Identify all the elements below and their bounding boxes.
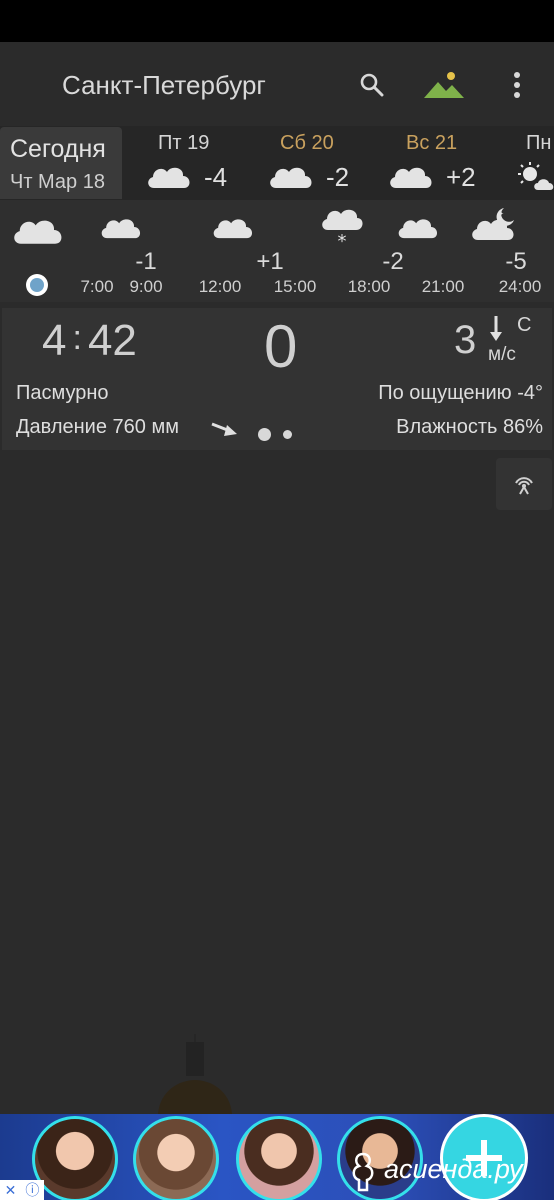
close-icon[interactable]: ✕: [5, 1182, 17, 1199]
page-indicator[interactable]: [258, 426, 304, 444]
ad-avatar-3: [236, 1116, 322, 1200]
hour-time: 15:00: [273, 277, 317, 296]
page-dot-active: [258, 428, 271, 442]
ad-avatar-2: [133, 1116, 219, 1200]
time-minutes: 42: [87, 316, 137, 365]
hour-time: 7:00: [80, 277, 114, 296]
day-name: Пт 19: [158, 132, 210, 154]
wind-unit: м/с: [488, 344, 516, 365]
day-name: Сб 20: [280, 132, 334, 154]
time-hours: 4: [42, 316, 67, 365]
status-bar: [0, 0, 554, 42]
sun-cloud-icon: [518, 162, 554, 190]
hour-time: 18:00: [347, 277, 391, 296]
cloud-icon: [148, 167, 190, 188]
hour-time: 12:00: [198, 277, 242, 296]
radar-icon: [515, 477, 533, 495]
hour-temp: +1: [256, 248, 284, 275]
day-today[interactable]: Сегодня Чт Мар 18: [0, 127, 122, 199]
cloud-icon: [14, 220, 62, 244]
day-sun[interactable]: Вс 21 +2: [386, 126, 506, 200]
today-label: Сегодня: [10, 135, 106, 163]
hour-temp: -5: [505, 248, 527, 275]
day-fri[interactable]: Пт 19 -4: [146, 126, 266, 200]
night-cloud-icon: ✦: [472, 208, 514, 240]
day-temp: -4: [204, 162, 228, 192]
day-name: Вс 21: [406, 132, 458, 154]
snow-cloud-icon: *: [322, 209, 363, 248]
hourly-forecast[interactable]: * ✦ -1 +1 -2 -5 7:00 9:00 12:00 15:00 18…: [0, 200, 554, 302]
humidity-text: Влажность 86%: [396, 416, 543, 438]
hour-temp: -1: [135, 248, 157, 275]
svg-text:*: *: [338, 231, 347, 248]
info-icon[interactable]: ⓘ: [25, 1180, 39, 1200]
cloud-icon: [101, 219, 141, 239]
wind-arrow-icon: [490, 316, 502, 341]
hour-time: 9:00: [129, 277, 163, 296]
hour-temp: -2: [382, 248, 404, 275]
current-weather-card[interactable]: 4:42 0 3 С м/с Пасмурно По ощущению -4° …: [2, 308, 552, 450]
day-temp: +2: [446, 162, 476, 192]
current-time-marker: [26, 274, 48, 296]
current-time: 4:42: [42, 316, 137, 365]
feels-like-text: По ощущению -4°: [378, 382, 543, 404]
condition-text: Пасмурно: [16, 382, 109, 404]
day-name: Пн: [526, 132, 552, 154]
cloud-icon: [213, 219, 253, 239]
ad-avatar-1: [32, 1116, 118, 1200]
cloud-icon: [390, 167, 432, 188]
ad-banner[interactable]: асиенда.ру: [0, 1114, 554, 1200]
cloud-icon: [270, 167, 312, 188]
cloud-icon: [398, 219, 438, 239]
day-mon[interactable]: Пн: [516, 126, 554, 200]
cathedral-dome-background: [158, 1034, 232, 1114]
ad-logo-icon: [352, 1152, 374, 1192]
landscape-icon[interactable]: [422, 68, 466, 102]
ad-close-button[interactable]: ✕ ⓘ: [0, 1180, 44, 1200]
city-title[interactable]: Санкт-Петербург: [62, 70, 266, 101]
current-temp: 0: [264, 313, 298, 380]
pressure-trend-icon: [211, 422, 237, 436]
app-bar: Санкт-Петербург: [0, 42, 554, 126]
search-icon[interactable]: [355, 68, 389, 102]
days-strip: Сегодня Чт Мар 18 Пт 19 -4 Сб 20 -2 Вс 2…: [0, 126, 554, 200]
day-sat[interactable]: Сб 20 -2: [268, 126, 388, 200]
day-temp: -2: [326, 162, 350, 192]
hour-time: 21:00: [421, 277, 465, 296]
page-dot: [283, 430, 292, 440]
hour-time: 24:00: [498, 277, 542, 296]
svg-text:✦: ✦: [498, 210, 504, 218]
wind-speed: 3: [454, 318, 477, 362]
more-vert-icon[interactable]: [500, 68, 534, 102]
pressure-text: Давление 760 мм: [16, 416, 179, 438]
ad-text: асиенда.ру: [384, 1154, 523, 1184]
radar-button[interactable]: [496, 458, 552, 510]
wind-direction: С: [517, 314, 532, 336]
today-date: Чт Мар 18: [10, 171, 105, 193]
